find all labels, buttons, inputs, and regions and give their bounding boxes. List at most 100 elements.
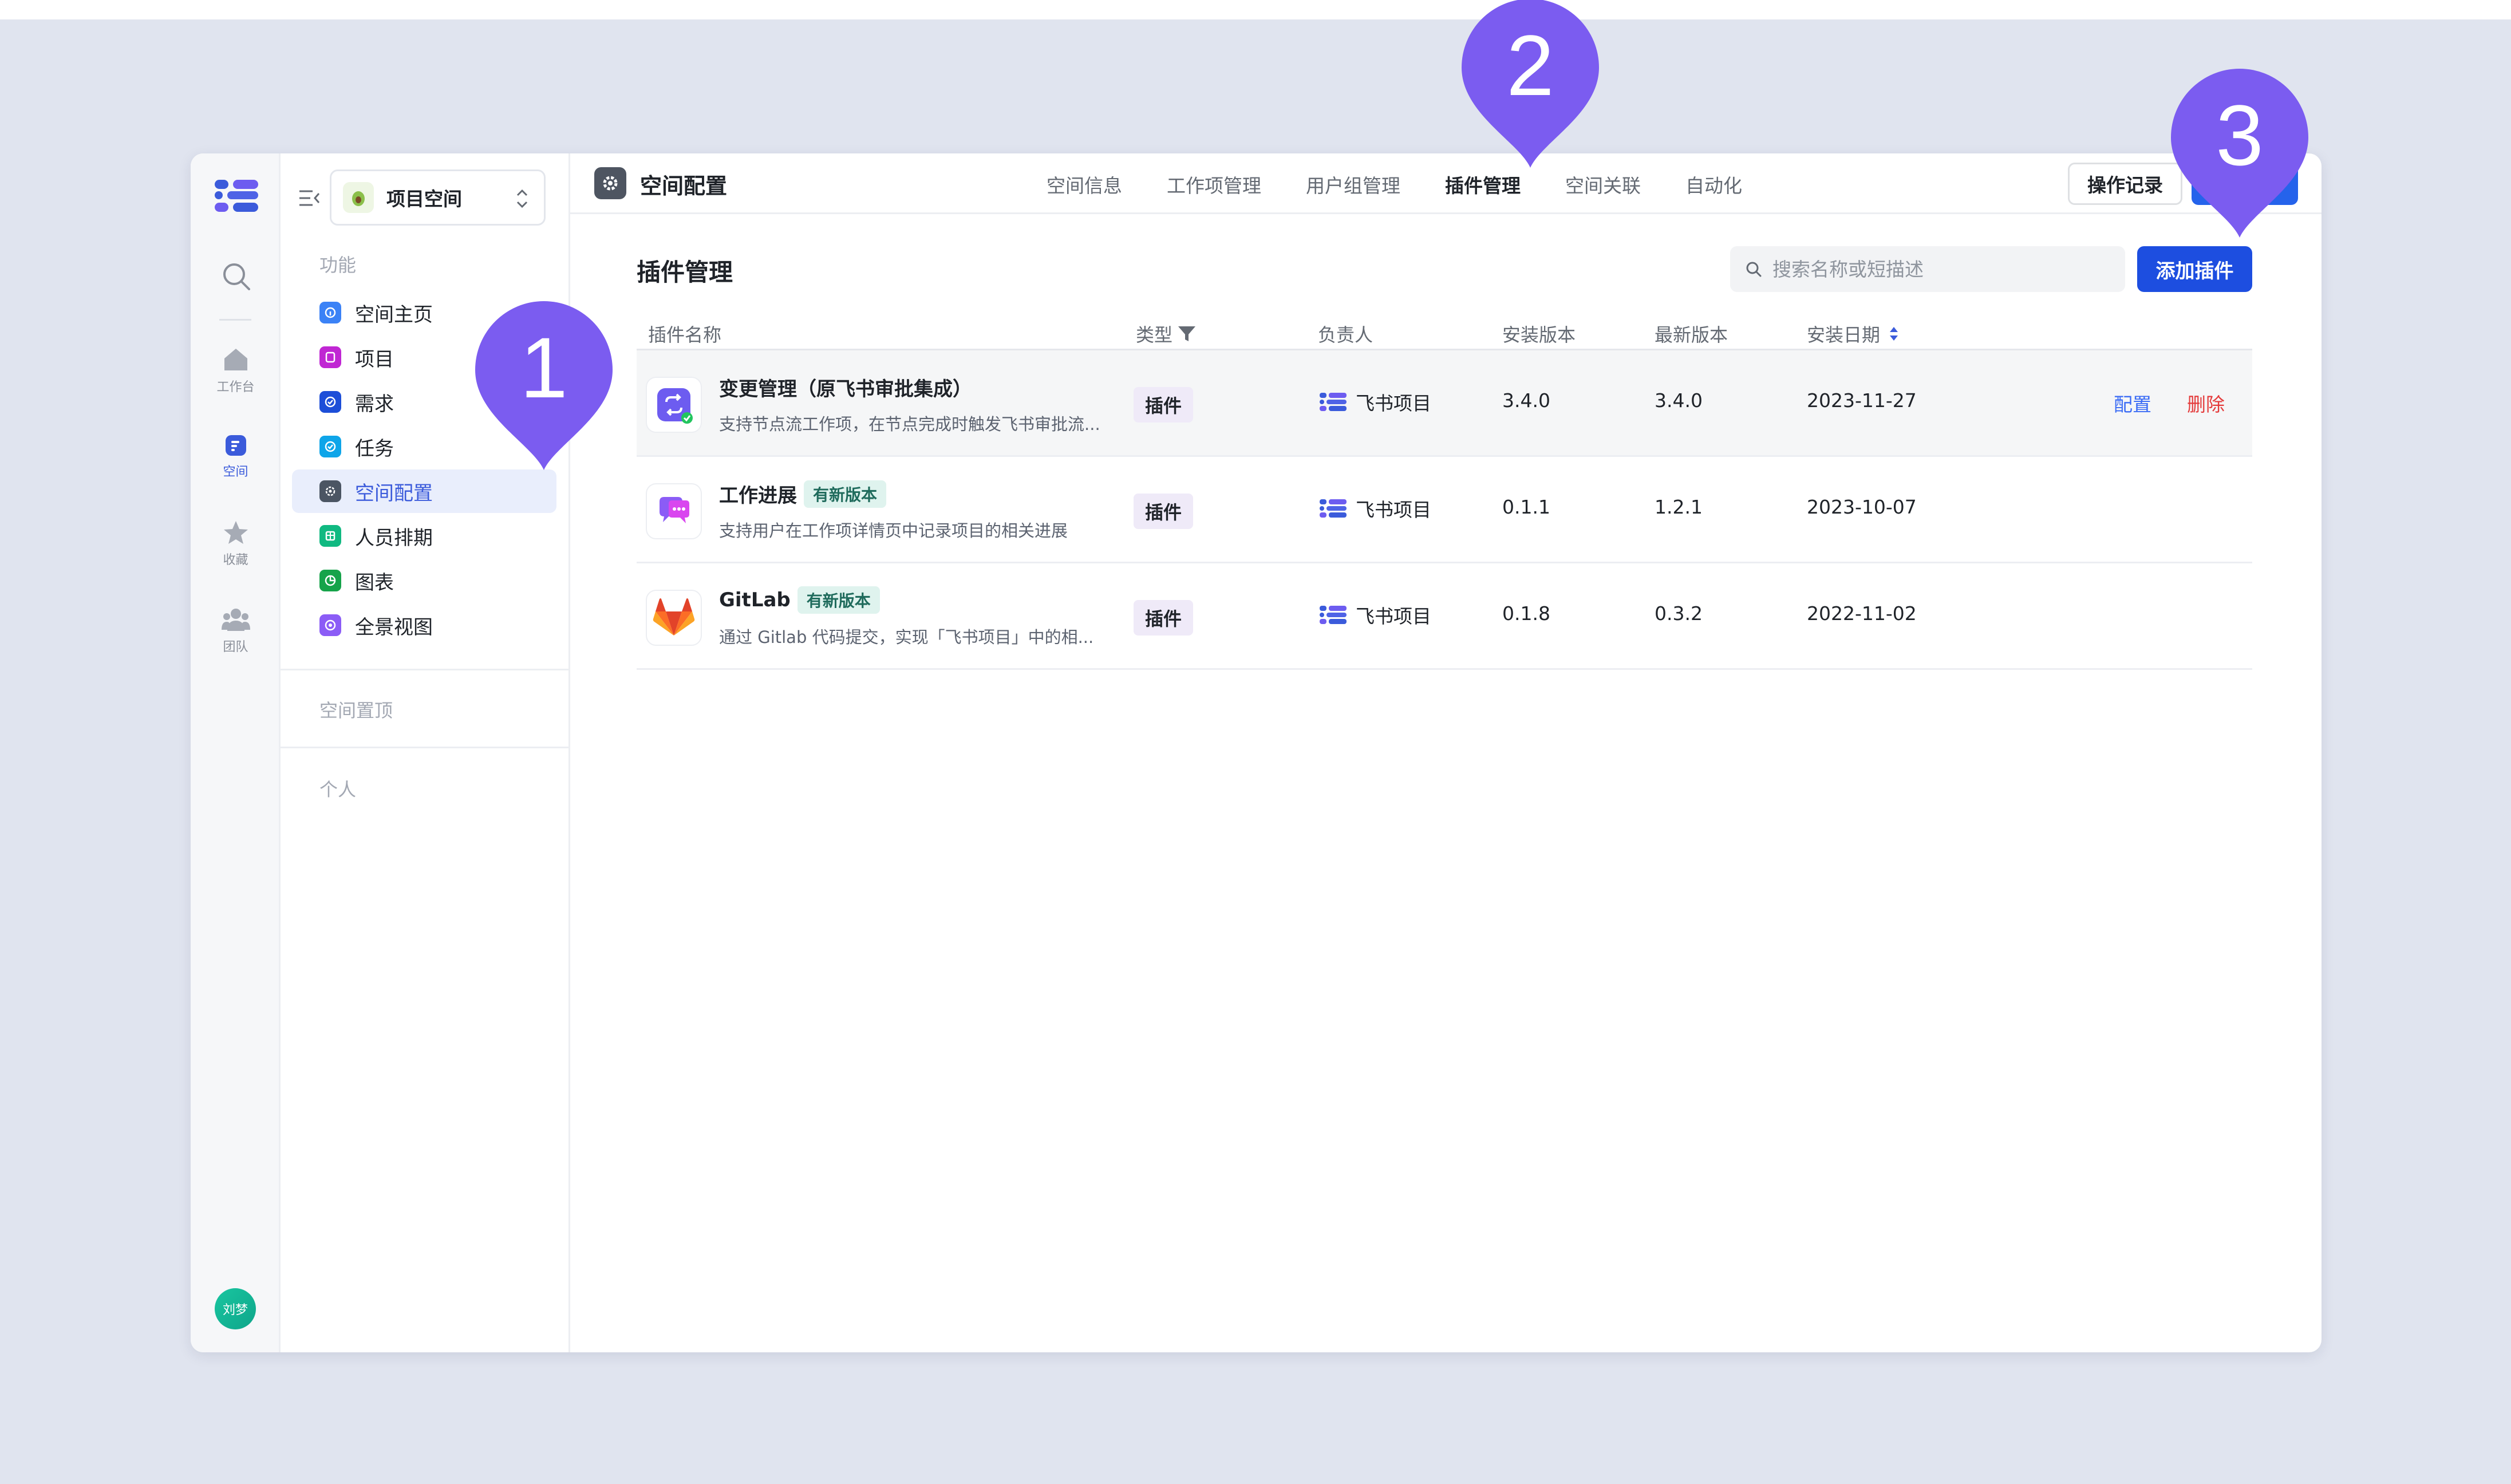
delete-link[interactable]: 删除: [2187, 389, 2225, 417]
table-row[interactable]: 变更管理（原飞书审批集成） 支持节点流工作项，在节点完成时触发飞书审批流... …: [637, 350, 2252, 457]
home-icon: [224, 349, 247, 370]
content-title: 插件管理: [637, 258, 733, 286]
latest-version: 1.2.1: [1655, 496, 1703, 518]
gitlab-icon: [646, 590, 702, 646]
sidebar-item-charts[interactable]: 图表: [292, 559, 556, 602]
owner-name: 飞书项目: [1356, 392, 1431, 415]
table-row[interactable]: 工作进展 有新版本 支持用户在工作项详情页中记录项目的相关进展 插件 飞书项目 0…: [637, 457, 2252, 563]
team-icon: [221, 609, 250, 631]
sidebar-item-label: 全景视图: [355, 615, 433, 639]
type-tag: 插件: [1134, 387, 1194, 423]
section-features-label: 功能: [319, 254, 357, 276]
col-header-name: 插件名称: [648, 321, 721, 347]
work-progress-icon: [646, 483, 702, 539]
marker-number: 1: [520, 319, 568, 416]
configure-link[interactable]: 配置: [2114, 389, 2151, 417]
plugin-name: 变更管理（原飞书审批集成）: [719, 373, 972, 401]
search-input[interactable]: [1772, 258, 2093, 281]
rail-item-favorites[interactable]: 收藏: [191, 520, 281, 568]
col-header-type[interactable]: 类型: [1136, 321, 1197, 347]
marker-3: 3: [2171, 69, 2308, 240]
space-icon: [225, 435, 246, 456]
panorama-icon: [319, 614, 341, 636]
tab-workitem-management[interactable]: 工作项管理: [1167, 171, 1261, 198]
chart-icon: [319, 570, 341, 591]
filter-icon[interactable]: [1177, 325, 1197, 342]
tab-space-info[interactable]: 空间信息: [1047, 171, 1122, 198]
sidebar-item-label: 空间配置: [355, 481, 433, 505]
plugin-name-text: GitLab: [719, 589, 791, 611]
gear-icon: [319, 480, 341, 502]
search-icon[interactable]: [219, 259, 254, 294]
feishu-project-logo-icon: [1320, 393, 1347, 411]
installed-version: 3.4.0: [1502, 389, 1550, 412]
sidebar-item-panorama[interactable]: 全景视图: [292, 603, 556, 647]
app-logo-icon: [215, 180, 258, 212]
requirement-icon: [319, 391, 341, 413]
tab-automation[interactable]: 自动化: [1685, 171, 1742, 198]
sidebar-item-label: 需求: [355, 392, 394, 416]
plugin-name: 工作进展 有新版本: [719, 480, 887, 508]
plugin-search[interactable]: [1730, 246, 2125, 292]
latest-version: 0.3.2: [1655, 602, 1703, 625]
rail-item-workbench[interactable]: 工作台: [191, 347, 281, 395]
section-personal-label[interactable]: 个人: [319, 775, 356, 802]
sidebar-item-label: 空间主页: [355, 303, 433, 326]
owner: 飞书项目: [1319, 495, 1431, 522]
settings-gear-icon: [594, 167, 626, 199]
sidebar-item-schedule[interactable]: 人员排期: [292, 514, 556, 558]
installed-version: 0.1.1: [1502, 496, 1550, 518]
col-type-label: 类型: [1136, 324, 1173, 346]
tab-plugin-management[interactable]: 插件管理: [1445, 171, 1521, 198]
plugin-table: 插件名称 类型 负责人 安装版本 最新版本 安装日期 变更管理（原飞书审批集成）…: [637, 316, 2252, 670]
section-pinned-label[interactable]: 空间置顶: [319, 696, 393, 723]
sidebar-item-label: 任务: [355, 437, 394, 460]
install-date: 2022-11-02: [1807, 602, 1917, 625]
table-row[interactable]: GitLab 有新版本 通过 Gitlab 代码提交，实现「飞书项目」中的相...…: [637, 563, 2252, 670]
table-header: 插件名称 类型 负责人 安装版本 最新版本 安装日期: [637, 316, 2252, 350]
type-tag: 插件: [1134, 600, 1194, 636]
rail-item-label: 收藏: [223, 553, 248, 567]
operation-log-button[interactable]: 操作记录: [2068, 163, 2182, 205]
space-name: 项目空间: [386, 188, 462, 210]
plugin-name-text: 变更管理（原飞书审批集成）: [719, 378, 972, 401]
user-avatar[interactable]: 刘梦: [215, 1288, 256, 1329]
sidebar-divider: [281, 669, 570, 670]
space-selector[interactable]: 项目空间: [330, 169, 546, 226]
marker-2: 2: [1462, 0, 1599, 171]
icon-rail: 工作台 空间 收藏 团队 刘梦: [191, 153, 281, 1352]
top-strip: [0, 0, 2511, 19]
top-bar: 空间配置 空间信息 工作项管理 用户组管理 插件管理 空间关联 自动化 操作记录: [570, 153, 2322, 214]
rail-divider: [219, 319, 251, 321]
new-version-badge: 有新版本: [804, 480, 887, 508]
rail-item-team[interactable]: 团队: [191, 607, 281, 655]
sidebar-item-space-config[interactable]: 空间配置: [292, 469, 556, 513]
feishu-project-logo-icon: [1320, 499, 1347, 518]
col-header-date[interactable]: 安装日期: [1807, 321, 1900, 347]
tab-space-association[interactable]: 空间关联: [1565, 171, 1641, 198]
add-plugin-button[interactable]: 添加插件: [2137, 246, 2252, 292]
main-panel: 空间配置 空间信息 工作项管理 用户组管理 插件管理 空间关联 自动化 操作记录…: [570, 153, 2322, 1352]
plugin-description: 支持用户在工作项详情页中记录项目的相关进展: [719, 521, 1068, 540]
space-avatar-icon: [343, 182, 374, 213]
col-latest-label: 最新版本: [1655, 324, 1728, 346]
sidebar-item-label: 项目: [355, 348, 394, 371]
sort-icon[interactable]: [1888, 324, 1900, 344]
plugin-name: GitLab 有新版本: [719, 586, 880, 614]
info-icon: [319, 302, 341, 323]
col-date-label: 安装日期: [1807, 324, 1881, 346]
col-owner-label: 负责人: [1318, 324, 1373, 346]
project-icon: [319, 346, 341, 368]
owner-name: 飞书项目: [1356, 605, 1431, 627]
owner-name: 飞书项目: [1356, 499, 1431, 521]
collapse-sidebar-icon[interactable]: [298, 188, 321, 208]
schedule-icon: [319, 525, 341, 547]
tab-usergroup-management[interactable]: 用户组管理: [1306, 171, 1400, 198]
latest-version: 3.4.0: [1655, 389, 1703, 412]
plugin-name-text: 工作进展: [719, 484, 797, 507]
col-header-latest: 最新版本: [1655, 321, 1728, 347]
plugin-description: 支持节点流工作项，在节点完成时触发飞书审批流...: [719, 415, 1100, 434]
sidebar-item-label: 图表: [355, 571, 394, 594]
rail-item-space[interactable]: 空间: [191, 434, 281, 480]
sidebar-divider: [281, 747, 570, 748]
